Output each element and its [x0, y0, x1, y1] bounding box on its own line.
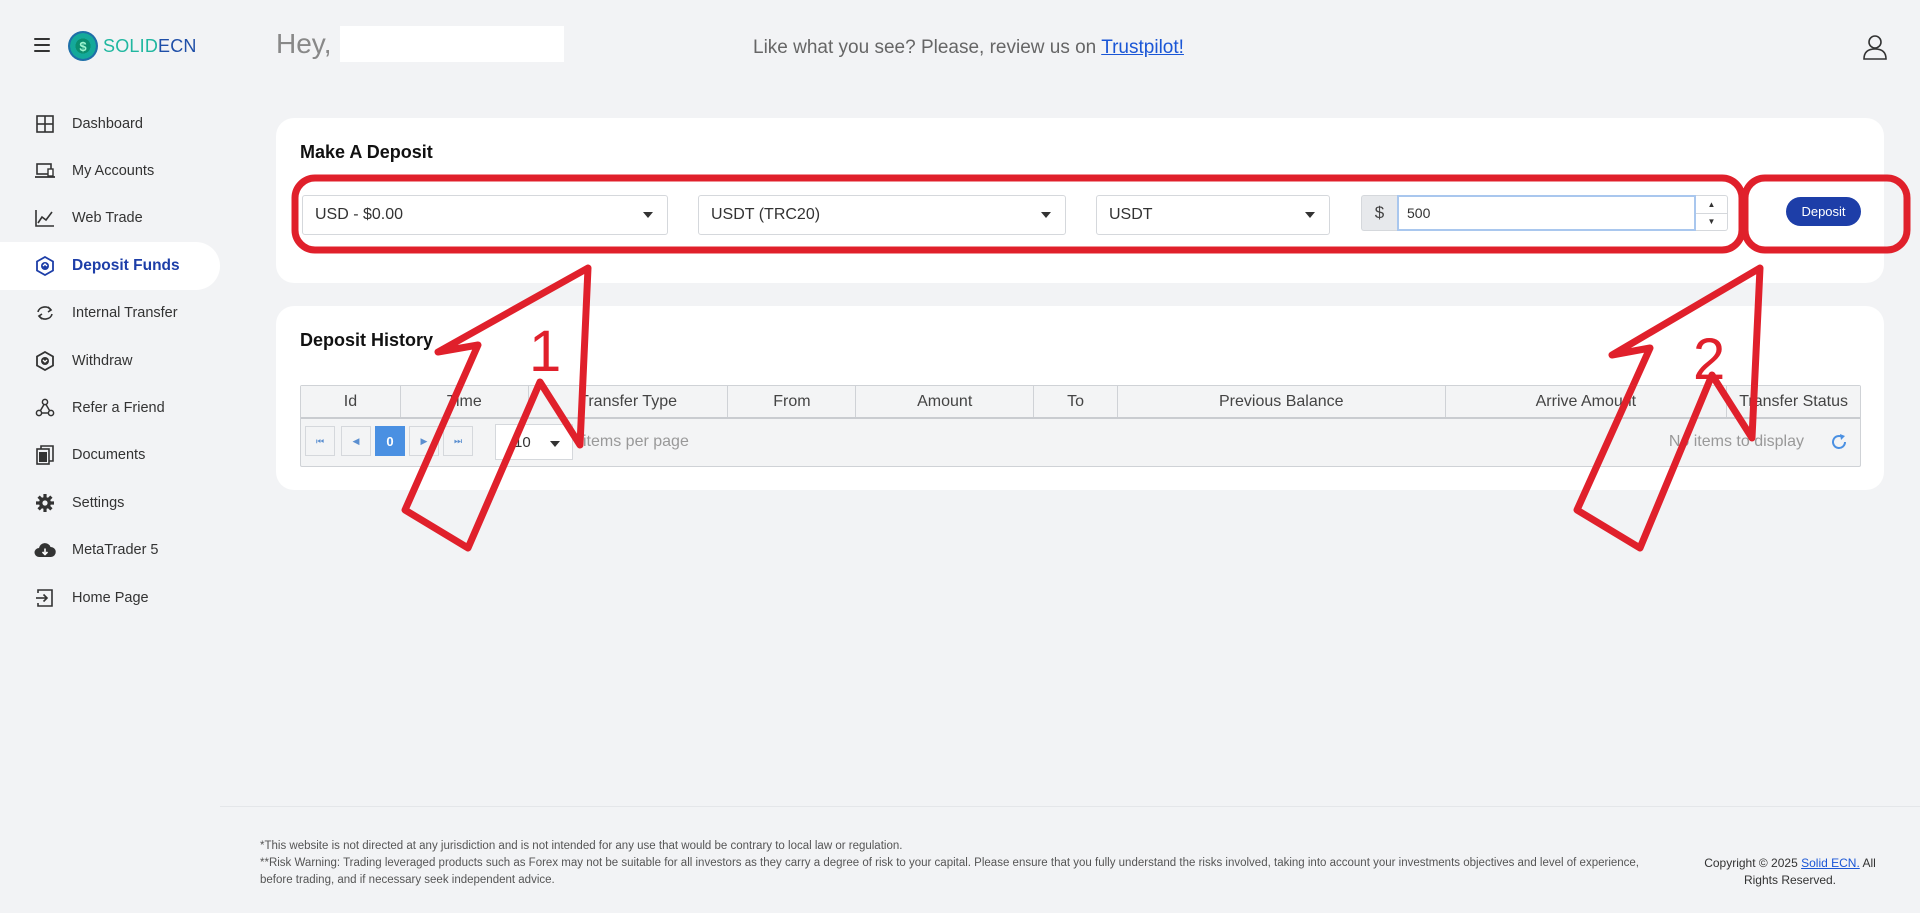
sidebar-item-label: Home Page [72, 589, 149, 606]
copyright-prefix: Copyright © 2025 [1704, 856, 1802, 870]
payment-method-select[interactable]: USDT (TRC20) [698, 195, 1066, 235]
menu-icon[interactable] [34, 38, 50, 52]
decrement-icon[interactable]: ▼ [1696, 214, 1727, 231]
greeting-text: Hey, [276, 28, 332, 59]
column-header-from[interactable]: From [728, 386, 857, 417]
deposit-icon [34, 255, 56, 277]
disclaimer-jurisdiction: *This website is not directed at any jur… [260, 840, 903, 852]
amount-field-group: $ ▲ ▼ [1361, 195, 1728, 231]
column-header-arrive-amount[interactable]: Arrive Amount [1446, 386, 1728, 417]
sidebar-item-internal-transfer[interactable]: Internal Transfer [0, 290, 220, 337]
share-icon [34, 397, 56, 419]
deposit-button[interactable]: Deposit [1786, 197, 1861, 226]
logo[interactable]: $ SOLIDECN [68, 31, 197, 61]
sidebar: $ SOLIDECN Dashboard My Accounts Web Tra… [0, 0, 220, 913]
amount-stepper[interactable]: ▲ ▼ [1696, 195, 1728, 231]
sidebar-item-label: Settings [72, 494, 125, 511]
column-header-previous-balance[interactable]: Previous Balance [1118, 386, 1446, 417]
sidebar-item-label: Deposit Funds [72, 256, 180, 274]
chart-icon [34, 207, 56, 229]
grid-icon [34, 113, 56, 135]
deposit-history-title: Deposit History [300, 330, 434, 350]
sidebar-item-label: Refer a Friend [72, 400, 165, 417]
user-profile-icon[interactable] [1862, 34, 1888, 60]
sidebar-item-refer-a-friend[interactable]: Refer a Friend [0, 384, 220, 431]
sidebar-item-home-page[interactable]: Home Page [0, 574, 220, 621]
items-per-page-label: items per page [583, 433, 689, 450]
currency-select[interactable]: USDT [1096, 195, 1330, 235]
sidebar-item-label: MetaTrader 5 [72, 542, 159, 559]
withdraw-icon [34, 350, 56, 372]
deposit-card: Make A Deposit USD - $0.00 USDT (TRC20) … [276, 118, 1884, 283]
first-page-icon[interactable]: ⏮ [305, 426, 335, 456]
logo-icon: $ [68, 31, 98, 61]
page-size-value: 10 [514, 433, 531, 451]
sidebar-item-label: Internal Transfer [72, 305, 178, 322]
amount-input[interactable] [1397, 195, 1696, 231]
column-header-to[interactable]: To [1034, 386, 1118, 417]
column-header-transfer-status[interactable]: Transfer Status [1727, 386, 1860, 417]
footer-disclaimer: *This website is not directed at any jur… [260, 838, 1660, 889]
sidebar-item-withdraw[interactable]: Withdraw [0, 337, 220, 384]
currency-prefix: $ [1361, 195, 1397, 231]
account-select-value: USD - $0.00 [315, 206, 404, 223]
table-pager: ⏮ ◀ 0 ▶ ⏭ 10 items per page No items to … [301, 419, 1860, 466]
copyright: Copyright © 2025 Solid ECN. All Rights R… [1690, 855, 1890, 889]
sidebar-item-label: Documents [72, 447, 146, 464]
user-name-field [339, 26, 564, 62]
documents-icon [34, 444, 56, 466]
column-header-id[interactable]: Id [301, 386, 401, 417]
sidebar-item-documents[interactable]: Documents [0, 432, 220, 479]
deposit-history-card: Deposit History Id Time Transfer Type Fr… [276, 306, 1884, 490]
sidebar-item-deposit-funds[interactable]: Deposit Funds [0, 242, 220, 290]
solid-ecn-link[interactable]: Solid ECN. [1801, 856, 1860, 870]
chevron-down-icon [1305, 212, 1315, 218]
sidebar-item-label: Withdraw [72, 352, 133, 369]
footer: *This website is not directed at any jur… [220, 806, 1920, 913]
cloud-download-icon [34, 539, 56, 561]
empty-message: No items to display [1668, 433, 1804, 450]
account-select[interactable]: USD - $0.00 [302, 195, 668, 235]
sidebar-item-metatrader-5[interactable]: MetaTrader 5 [0, 527, 220, 574]
table-header: Id Time Transfer Type From Amount To Pre… [301, 386, 1860, 419]
sidebar-header: $ SOLIDECN [0, 28, 220, 68]
promo-text: Like what you see? Please, review us on [753, 37, 1102, 58]
sidebar-item-label: Dashboard [72, 115, 143, 132]
sidebar-item-my-accounts[interactable]: My Accounts [0, 147, 220, 194]
transfer-icon [34, 302, 56, 324]
next-page-icon[interactable]: ▶ [409, 426, 439, 456]
chevron-down-icon [550, 441, 560, 447]
deposit-title: Make A Deposit [300, 142, 433, 162]
greeting: Hey, [276, 26, 564, 62]
chevron-down-icon [1041, 212, 1051, 218]
monitor-icon [34, 160, 56, 182]
sidebar-item-dashboard[interactable]: Dashboard [0, 100, 220, 147]
sidebar-item-label: My Accounts [72, 163, 155, 180]
sidebar-item-settings[interactable]: Settings [0, 479, 220, 526]
column-header-amount[interactable]: Amount [856, 386, 1035, 417]
trustpilot-link[interactable]: Trustpilot! [1101, 37, 1184, 58]
currency-select-value: USDT [1109, 206, 1153, 223]
current-page-button[interactable]: 0 [375, 426, 405, 456]
last-page-icon[interactable]: ⏭ [443, 426, 473, 456]
sidebar-nav: Dashboard My Accounts Web Trade Deposit … [0, 100, 220, 621]
review-promo: Like what you see? Please, review us on … [753, 37, 1184, 59]
gear-icon [34, 492, 56, 514]
sidebar-item-label: Web Trade [72, 210, 143, 227]
chevron-down-icon [643, 212, 653, 218]
logo-text: SOLIDECN [103, 35, 197, 56]
payment-method-value: USDT (TRC20) [711, 206, 821, 223]
exit-icon [34, 587, 56, 609]
increment-icon[interactable]: ▲ [1696, 196, 1727, 214]
column-header-transfer-type[interactable]: Transfer Type [529, 386, 729, 417]
column-header-time[interactable]: Time [401, 386, 529, 417]
sidebar-item-web-trade[interactable]: Web Trade [0, 195, 220, 242]
disclaimer-risk-warning: **Risk Warning: Trading leveraged produc… [260, 857, 1640, 886]
deposit-history-table: Id Time Transfer Type From Amount To Pre… [300, 385, 1861, 467]
previous-page-icon[interactable]: ◀ [341, 426, 371, 456]
refresh-icon[interactable] [1830, 433, 1848, 451]
page-size-select[interactable]: 10 [495, 424, 573, 460]
